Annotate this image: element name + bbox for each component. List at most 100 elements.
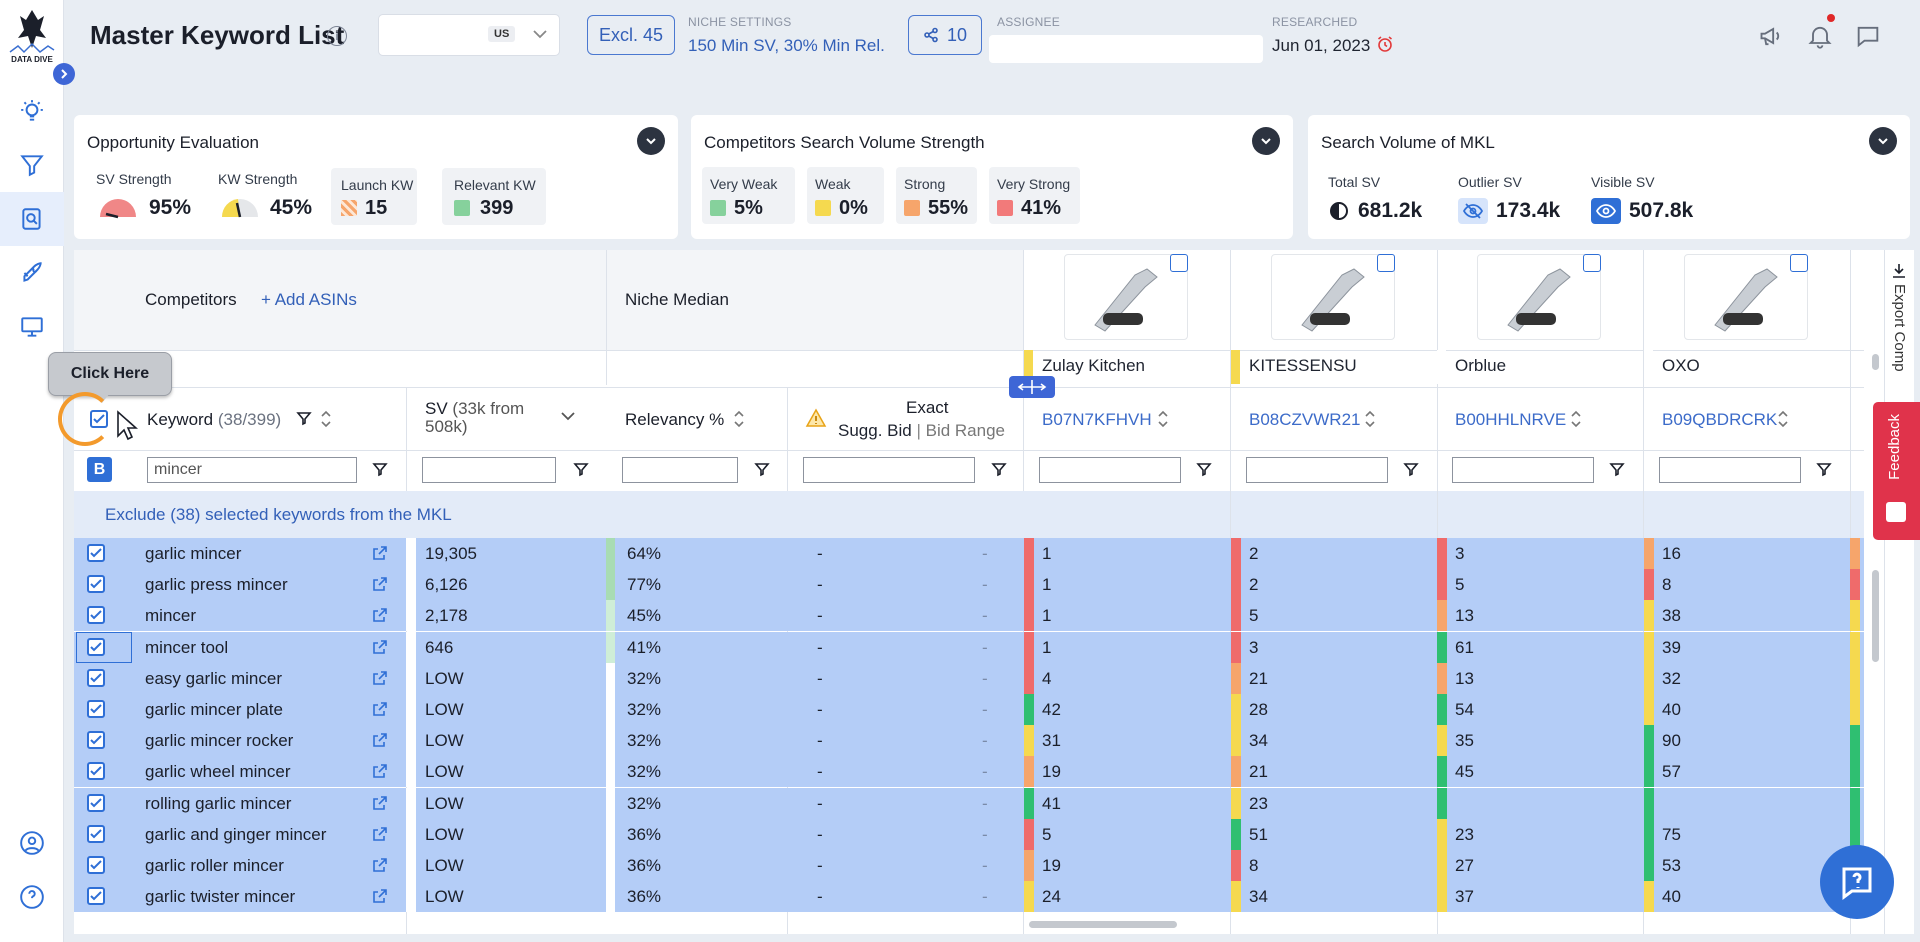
sv-header[interactable]: SV (33k from 508k)	[425, 400, 555, 436]
keyword-cell[interactable]: garlic mincer plate	[145, 694, 283, 725]
launch-nav[interactable]	[0, 246, 64, 300]
sugg-bid-header[interactable]: Sugg. Bid | Bid Range	[838, 421, 1005, 441]
table-row[interactable]: garlic roller mincer LOW 36% - - 19 8 27…	[74, 850, 1864, 881]
bid-filter-input[interactable]	[803, 457, 975, 483]
funnel-nav[interactable]	[0, 138, 64, 192]
chat-icon[interactable]	[1854, 22, 1882, 50]
bell-icon[interactable]	[1806, 22, 1834, 50]
competitor-asin[interactable]: B07N7KFHVH	[1042, 410, 1152, 430]
alarm-clock-icon[interactable]	[1376, 35, 1394, 53]
table-row[interactable]: garlic and ginger mincer LOW 36% - - 5 5…	[74, 818, 1864, 850]
chevron-down-icon[interactable]	[560, 410, 576, 422]
filter-icon[interactable]	[573, 461, 589, 477]
collapse-button[interactable]	[1869, 127, 1897, 155]
filter-icon[interactable]	[1196, 461, 1212, 477]
asin-filter-input[interactable]	[1246, 457, 1388, 483]
megaphone-icon[interactable]	[1758, 22, 1786, 50]
external-link-icon[interactable]	[372, 670, 388, 688]
competitor-asin[interactable]: B09QBDRCRK	[1662, 410, 1777, 430]
relevancy-filter-input[interactable]	[622, 457, 738, 483]
external-link-icon[interactable]	[372, 607, 388, 625]
row-checkbox[interactable]	[87, 575, 105, 594]
share-button[interactable]: 10	[908, 15, 982, 55]
table-row[interactable]: garlic mincer plate LOW 32% - - 42 28 54…	[74, 694, 1864, 725]
row-checkbox[interactable]	[87, 793, 105, 813]
data-dive-logo[interactable]: DATA DIVE	[4, 6, 60, 68]
download-icon[interactable]	[1891, 262, 1907, 280]
keyword-cell[interactable]: rolling garlic mincer	[145, 788, 291, 819]
keyword-cell[interactable]: mincer	[145, 600, 196, 631]
expand-sidebar-button[interactable]	[53, 63, 75, 85]
table-row[interactable]: garlic press mincer 6,126 77% - - 1 2 5 …	[74, 569, 1864, 601]
bulk-badge[interactable]: B	[87, 457, 112, 482]
asin-filter-input[interactable]	[1039, 457, 1181, 483]
table-row[interactable]: garlic mincer 19,305 64% - - 1 2 3 16	[74, 538, 1864, 569]
external-link-icon[interactable]	[372, 795, 388, 813]
exclude-selected-link[interactable]: Exclude (38) selected keywords from the …	[105, 505, 452, 525]
filter-icon[interactable]	[296, 410, 312, 426]
row-checkbox[interactable]	[87, 731, 105, 750]
table-row[interactable]: garlic wheel mincer LOW 32% - - 19 21 45…	[74, 756, 1864, 788]
sort-icon[interactable]	[1364, 409, 1376, 429]
keyword-header[interactable]: Keyword (38/399)	[147, 410, 281, 430]
ideas-nav[interactable]	[0, 84, 64, 138]
table-row[interactable]: mincer 2,178 45% - - 1 5 13 38	[74, 600, 1864, 632]
export-comp-tab[interactable]: Export Comp	[1890, 284, 1908, 372]
vertical-scrollbar[interactable]	[1872, 570, 1879, 662]
keyword-cell[interactable]: mincer tool	[145, 632, 228, 663]
table-row[interactable]: rolling garlic mincer LOW 32% - - 41 23	[74, 787, 1864, 819]
profile-nav[interactable]	[0, 816, 64, 870]
product-checkbox[interactable]	[1170, 254, 1188, 272]
competitor-asin[interactable]: B08CZVWR21	[1249, 410, 1360, 430]
feedback-tab[interactable]: Feedback	[1873, 402, 1920, 540]
row-checkbox[interactable]	[87, 700, 105, 719]
excluded-keywords-button[interactable]: Excl. 45	[587, 15, 675, 55]
product-checkbox[interactable]	[1583, 254, 1601, 272]
keyword-filter-input[interactable]	[147, 457, 357, 483]
external-link-icon[interactable]	[372, 888, 388, 906]
keyword-cell[interactable]: easy garlic mincer	[145, 663, 282, 694]
row-checkbox[interactable]	[87, 668, 105, 688]
external-link-icon[interactable]	[372, 732, 388, 750]
product-checkbox[interactable]	[1790, 254, 1808, 272]
external-link-icon[interactable]	[372, 826, 388, 844]
external-link-icon[interactable]	[372, 639, 388, 657]
header-scrollbar[interactable]	[1872, 354, 1879, 370]
add-asins-link[interactable]: + Add ASINs	[261, 290, 357, 310]
eye-off-icon[interactable]	[1458, 198, 1488, 224]
filter-icon[interactable]	[1403, 461, 1419, 477]
keyword-cell[interactable]: garlic roller mincer	[145, 850, 284, 881]
table-row[interactable]: mincer tool 646 41% - - 1 3 61 39	[74, 631, 1864, 663]
eye-icon[interactable]	[1591, 198, 1621, 224]
sort-icon[interactable]	[320, 409, 332, 429]
external-link-icon[interactable]	[372, 857, 388, 875]
row-checkbox[interactable]	[87, 606, 105, 625]
row-checkbox[interactable]	[87, 824, 105, 844]
collapse-button[interactable]	[637, 127, 665, 155]
row-checkbox[interactable]	[87, 544, 105, 563]
table-row[interactable]: garlic twister mincer LOW 36% - - 24 34 …	[74, 881, 1864, 913]
keyword-list-nav[interactable]	[0, 192, 64, 246]
collapse-button[interactable]	[1252, 127, 1280, 155]
horizontal-scrollbar[interactable]	[1029, 921, 1177, 928]
external-link-icon[interactable]	[372, 701, 388, 719]
asin-filter-input[interactable]	[1452, 457, 1594, 483]
asin-filter-input[interactable]	[1659, 457, 1801, 483]
keyword-cell[interactable]: garlic mincer rocker	[145, 725, 293, 756]
row-checkbox[interactable]	[87, 856, 105, 875]
row-checkbox[interactable]	[87, 887, 105, 906]
filter-icon[interactable]	[991, 461, 1007, 477]
warning-icon[interactable]	[805, 408, 827, 428]
product-checkbox[interactable]	[1377, 254, 1395, 272]
sort-icon[interactable]	[733, 409, 745, 429]
monitor-nav[interactable]	[0, 300, 64, 354]
table-row[interactable]: garlic mincer rocker LOW 32% - - 31 34 3…	[74, 725, 1864, 757]
support-chat-button[interactable]	[1820, 845, 1894, 919]
sort-icon[interactable]	[1157, 409, 1169, 429]
external-link-icon[interactable]	[372, 576, 388, 594]
info-icon[interactable]: i	[327, 26, 347, 46]
help-nav[interactable]	[0, 870, 64, 924]
table-row[interactable]: easy garlic mincer LOW 32% - - 4 21 13 3…	[74, 662, 1864, 694]
filter-icon[interactable]	[1609, 461, 1625, 477]
relevancy-header[interactable]: Relevancy %	[625, 410, 724, 430]
